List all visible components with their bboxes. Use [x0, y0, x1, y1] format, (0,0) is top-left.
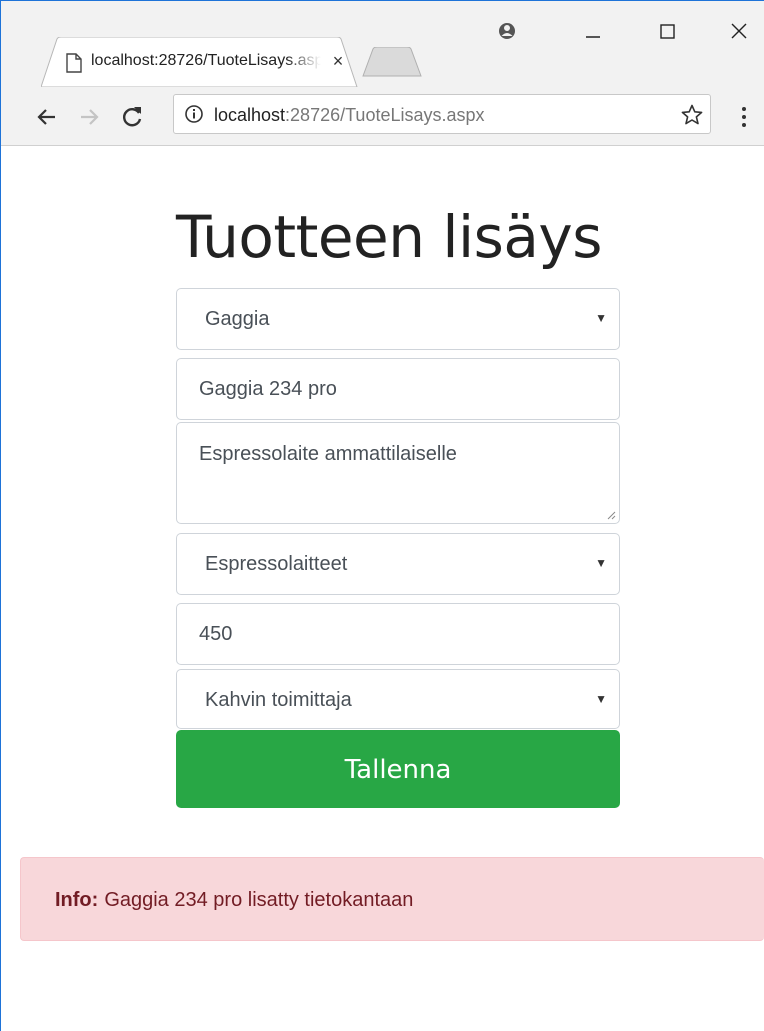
- url-host: localhost: [214, 105, 286, 125]
- alert-label: Info:: [55, 889, 99, 911]
- description-value: Espressolaite ammattilaiselle: [199, 443, 457, 465]
- back-arrow-icon[interactable]: [31, 101, 63, 133]
- window-border: [0, 0, 1, 1031]
- browser-titlebar: localhost:28726/TuoteLisays.aspx ×: [1, 1, 764, 87]
- chevron-down-icon: ▼: [595, 692, 607, 706]
- browser-tab[interactable]: localhost:28726/TuoteLisays.aspx ×: [41, 37, 358, 87]
- page-title: Tuotteen lisäys: [176, 203, 602, 271]
- close-window-icon[interactable]: [721, 15, 757, 47]
- supplier-select-value: Kahvin toimittaja: [205, 689, 352, 711]
- info-icon[interactable]: [184, 104, 204, 124]
- brand-select-value: Gaggia: [205, 308, 270, 330]
- reload-icon[interactable]: [116, 101, 148, 133]
- profile-icon[interactable]: [493, 15, 521, 47]
- star-icon[interactable]: [680, 103, 704, 127]
- chevron-down-icon: ▼: [595, 556, 607, 570]
- url-path: :28726/TuoteLisays.aspx: [285, 105, 485, 125]
- supplier-select[interactable]: Kahvin toimittaja ▼: [176, 669, 620, 729]
- product-name-value: Gaggia 234 pro: [199, 378, 337, 400]
- info-alert: Info: Gaggia 234 pro lisatty tietokantaan: [20, 857, 764, 941]
- resize-grip-icon[interactable]: [606, 510, 616, 520]
- category-select[interactable]: Espressolaitteet ▼: [176, 533, 620, 595]
- minimize-icon[interactable]: [575, 15, 611, 47]
- forward-arrow-icon[interactable]: [73, 101, 105, 133]
- description-textarea[interactable]: Espressolaite ammattilaiselle: [176, 422, 620, 524]
- new-tab-button[interactable]: [361, 47, 423, 77]
- url-text[interactable]: localhost:28726/TuoteLisays.aspx: [214, 104, 485, 126]
- save-button[interactable]: Tallenna: [176, 730, 620, 808]
- page-icon: [66, 53, 82, 73]
- product-name-input[interactable]: Gaggia 234 pro: [176, 358, 620, 420]
- price-value: 450: [199, 623, 233, 645]
- price-input[interactable]: 450: [176, 603, 620, 665]
- kebab-menu-icon[interactable]: [739, 103, 749, 131]
- brand-select[interactable]: Gaggia ▼: [176, 288, 620, 350]
- tab-close-icon[interactable]: ×: [328, 50, 348, 72]
- category-select-value: Espressolaitteet: [205, 553, 348, 575]
- address-bar[interactable]: localhost:28726/TuoteLisays.aspx: [173, 94, 711, 134]
- tab-title: localhost:28726/TuoteLisays.aspx: [91, 52, 321, 69]
- maximize-icon[interactable]: [649, 15, 685, 47]
- chevron-down-icon: ▼: [595, 311, 607, 325]
- browser-toolbar: localhost:28726/TuoteLisays.aspx: [1, 87, 764, 146]
- alert-message: Gaggia 234 pro lisatty tietokantaan: [104, 889, 414, 911]
